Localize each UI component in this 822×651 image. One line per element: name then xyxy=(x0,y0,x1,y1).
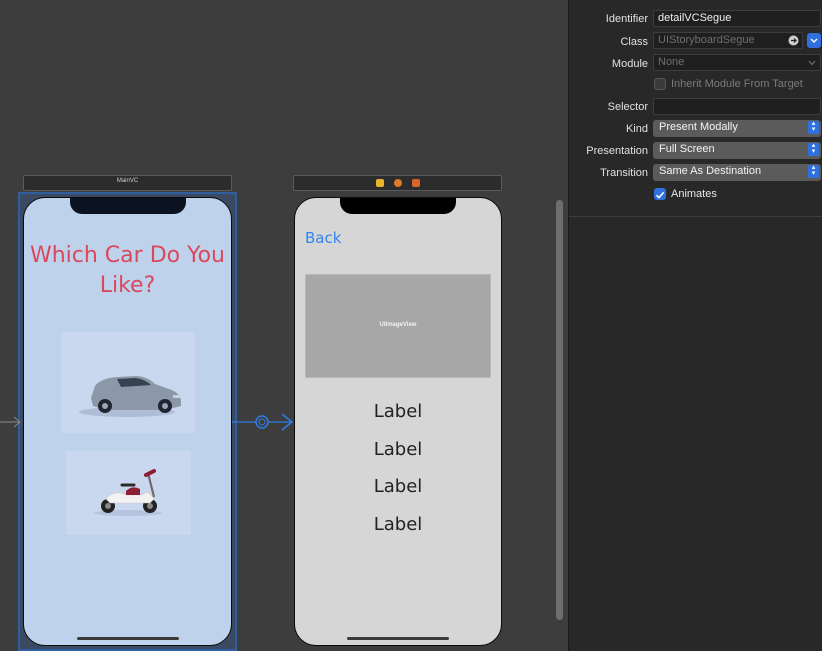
attributes-inspector: Identifier detailVCSegue Class UIStorybo… xyxy=(568,0,822,651)
updown-chevron-icon: ▴ ▾ xyxy=(808,120,819,134)
kind-value: Present Modally xyxy=(659,121,738,133)
class-label: Class xyxy=(620,36,648,48)
selector-label: Selector xyxy=(607,101,648,113)
detail-scene-dock[interactable] xyxy=(293,175,502,191)
kind-popup[interactable]: Present Modally ▴ ▾ xyxy=(653,120,821,137)
identifier-field[interactable]: detailVCSegue xyxy=(653,10,821,27)
main-scene-dock[interactable]: MainVC xyxy=(23,175,232,191)
inherit-module-checkbox[interactable] xyxy=(654,78,666,90)
detail-label-4[interactable]: Label xyxy=(295,514,501,535)
initial-vc-arrow-icon[interactable] xyxy=(0,410,22,434)
class-dropdown-button[interactable] xyxy=(807,33,821,48)
segue-arrow-icon[interactable] xyxy=(232,410,294,434)
presentation-label: Presentation xyxy=(586,145,648,157)
class-field[interactable]: UIStoryboardSegue xyxy=(653,32,803,49)
selector-field[interactable] xyxy=(653,98,821,115)
animates-label: Animates xyxy=(671,188,717,200)
car-icon xyxy=(79,376,181,417)
view-controller-icon[interactable] xyxy=(376,179,384,187)
updown-chevron-icon: ▴ ▾ xyxy=(808,164,819,178)
home-indicator xyxy=(76,637,179,640)
transition-value: Same As Destination xyxy=(659,165,762,177)
canvas-vertical-scrollbar[interactable] xyxy=(556,200,563,620)
chevron-down-icon xyxy=(808,60,816,66)
class-value: UIStoryboardSegue xyxy=(658,34,755,46)
presentation-popup[interactable]: Full Screen ▴ ▾ xyxy=(653,142,821,159)
animates-checkbox[interactable] xyxy=(654,188,666,200)
device-notch xyxy=(69,198,186,214)
kind-label: Kind xyxy=(625,123,648,135)
scooter-image-button[interactable] xyxy=(66,451,191,535)
module-value: None xyxy=(658,56,685,68)
transition-label: Transition xyxy=(600,167,648,179)
scooter-icon xyxy=(94,469,162,516)
identifier-label: Identifier xyxy=(605,13,648,25)
chevron-down-icon xyxy=(810,38,818,43)
detail-label-2[interactable]: Label xyxy=(295,439,501,460)
storyboard-canvas[interactable]: MainVC Which Car Do You Like? Back UIIma… xyxy=(0,0,568,651)
transition-popup[interactable]: Same As Destination ▴ ▾ xyxy=(653,164,821,181)
module-label: Module xyxy=(611,58,648,70)
main-heading: Which Car Do You Like? xyxy=(29,243,226,298)
detail-vc-scene[interactable]: Back UIImageView Label Label Label Label xyxy=(294,197,502,646)
uiimageview[interactable]: UIImageView xyxy=(305,274,491,378)
detail-label-1[interactable]: Label xyxy=(295,401,501,422)
detail-label-3[interactable]: Label xyxy=(295,476,501,497)
main-vc-scene[interactable]: Which Car Do You Like? xyxy=(23,197,232,646)
checkmark-icon xyxy=(655,191,665,199)
presentation-value: Full Screen xyxy=(659,143,715,155)
back-button[interactable]: Back xyxy=(305,229,341,247)
module-field[interactable]: None xyxy=(653,54,821,71)
inherit-module-label: Inherit Module From Target xyxy=(671,78,803,90)
exit-icon[interactable] xyxy=(412,179,420,187)
xcode-storyboard: MainVC Which Car Do You Like? Back UIIma… xyxy=(0,0,822,651)
car-image-button[interactable] xyxy=(61,332,195,433)
main-scene-title: MainVC xyxy=(116,178,139,184)
first-responder-icon[interactable] xyxy=(394,179,402,187)
home-indicator xyxy=(347,637,449,640)
go-arrow-icon[interactable] xyxy=(788,35,799,46)
updown-chevron-icon: ▴ ▾ xyxy=(808,142,819,156)
uiimageview-label: UIImageView xyxy=(379,322,417,328)
device-notch xyxy=(340,198,456,214)
section-divider xyxy=(569,216,822,217)
